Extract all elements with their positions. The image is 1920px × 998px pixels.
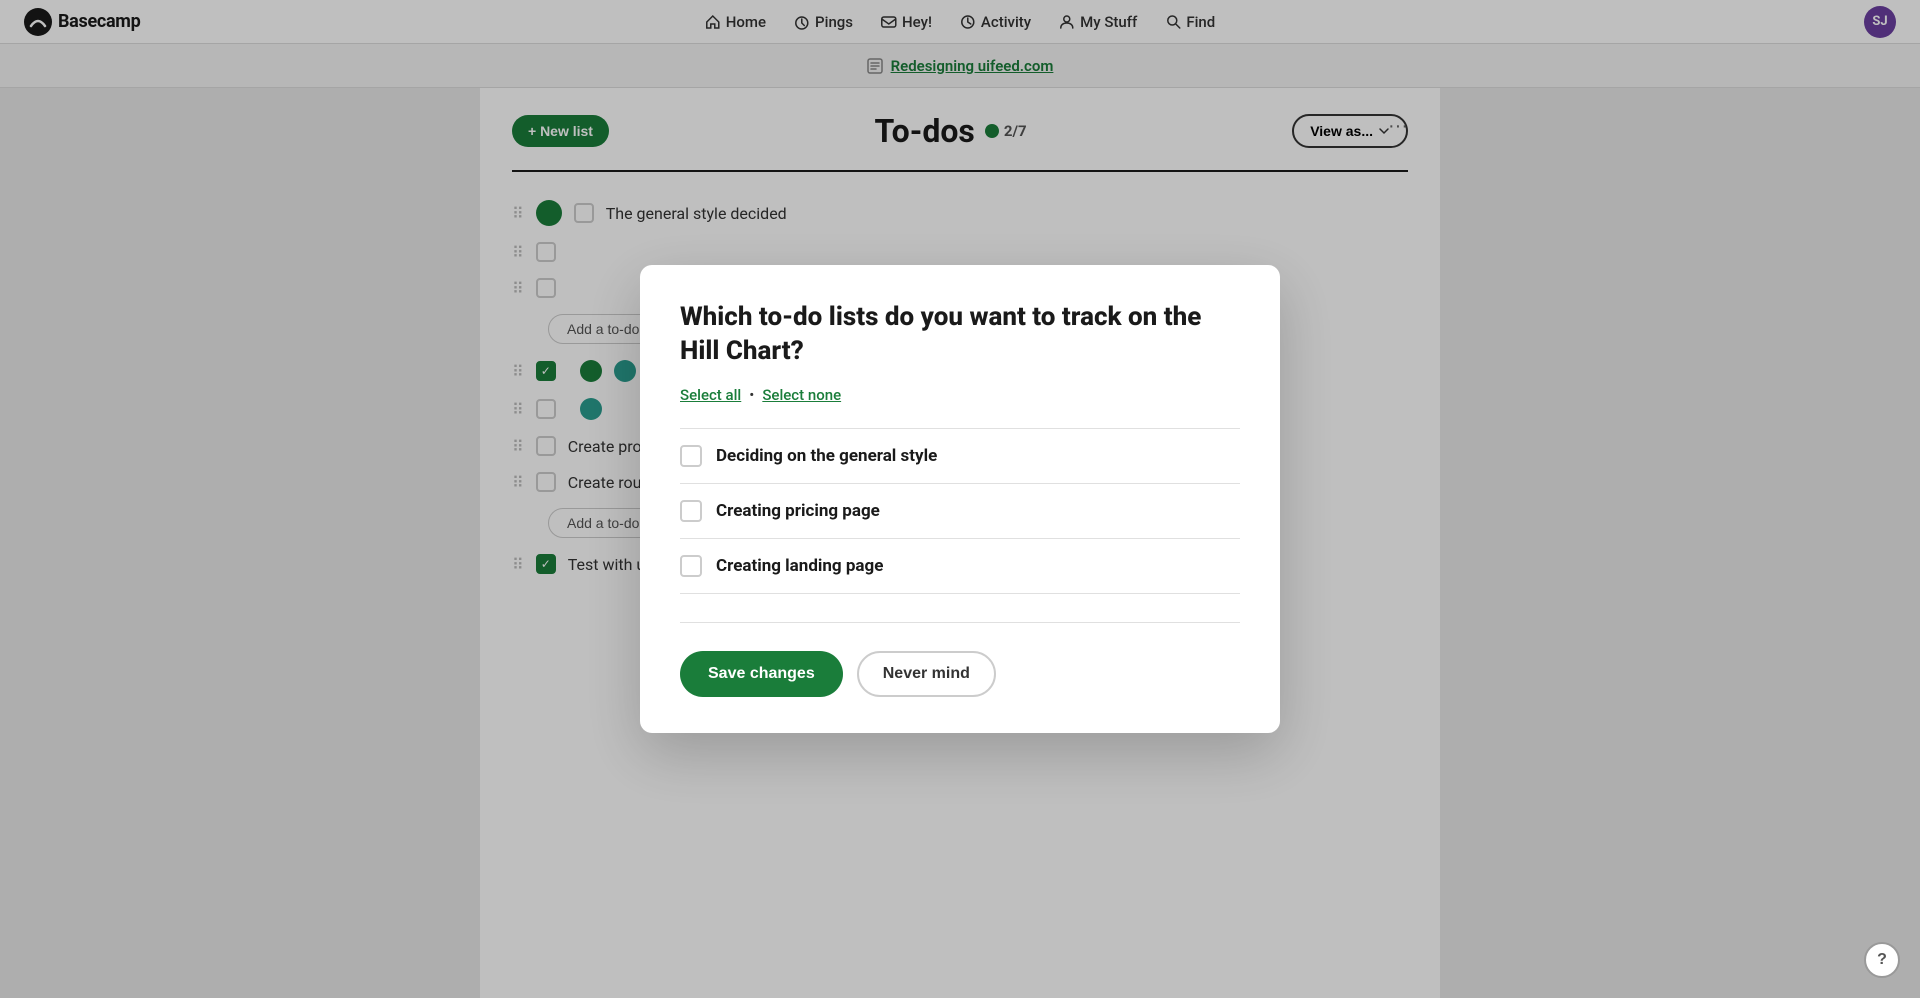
modal-checkbox-3[interactable] xyxy=(680,555,702,577)
help-button[interactable]: ? xyxy=(1864,942,1900,978)
list-item: Creating landing page xyxy=(680,539,1240,594)
modal-overlay[interactable]: Which to-do lists do you want to track o… xyxy=(0,0,1920,998)
select-all-link[interactable]: Select all xyxy=(680,386,741,404)
modal-list: Deciding on the general style Creating p… xyxy=(680,428,1240,594)
modal-checkbox-1[interactable] xyxy=(680,445,702,467)
modal-separator: • xyxy=(749,386,754,404)
select-none-link[interactable]: Select none xyxy=(762,386,841,404)
modal: Which to-do lists do you want to track o… xyxy=(640,265,1280,734)
modal-title: Which to-do lists do you want to track o… xyxy=(680,301,1240,369)
modal-checkbox-2[interactable] xyxy=(680,500,702,522)
modal-select-links: Select all • Select none xyxy=(680,386,1240,404)
modal-item-label-1: Deciding on the general style xyxy=(716,446,937,466)
list-item: Creating pricing page xyxy=(680,484,1240,539)
modal-item-label-2: Creating pricing page xyxy=(716,501,880,521)
never-mind-button[interactable]: Never mind xyxy=(857,651,996,697)
modal-item-label-3: Creating landing page xyxy=(716,556,883,576)
list-item: Deciding on the general style xyxy=(680,429,1240,484)
save-changes-button[interactable]: Save changes xyxy=(680,651,843,697)
modal-footer: Save changes Never mind xyxy=(680,622,1240,697)
